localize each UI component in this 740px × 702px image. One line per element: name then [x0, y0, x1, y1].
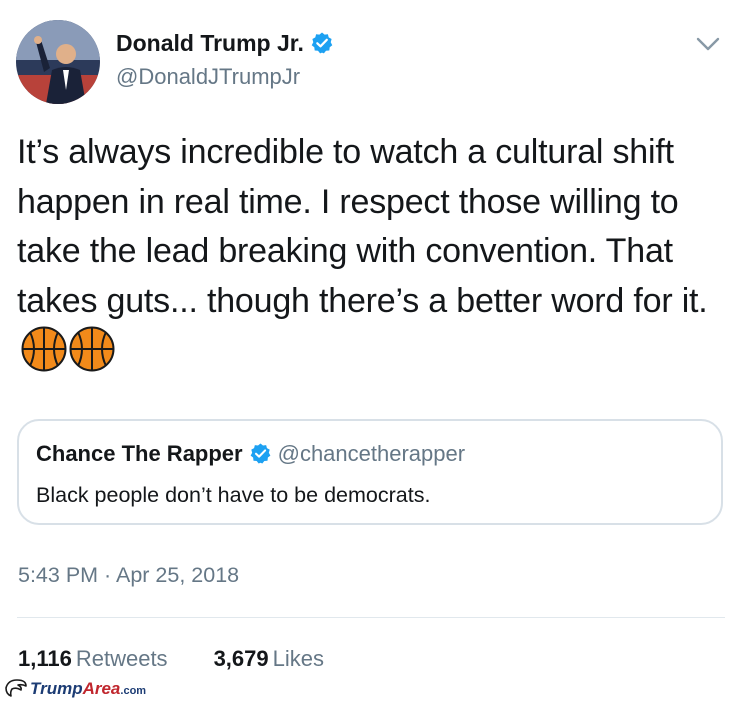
quoted-author-name: Chance The Rapper: [36, 441, 243, 466]
retweets-stat[interactable]: 1,116 Retweets: [18, 646, 168, 672]
retweets-count: 1,116: [18, 646, 72, 671]
author-name[interactable]: Donald Trump Jr.: [116, 30, 304, 56]
quoted-tweet-text: Black people don’t have to be democrats.: [36, 483, 431, 507]
watermark-brand-2: Area: [82, 679, 121, 698]
hair-logo-icon: [5, 679, 27, 697]
quoted-author-handle: @chancetherapper: [277, 441, 466, 466]
retweets-label: Retweets: [75, 646, 168, 671]
tweet-stats: 1,116 Retweets 3,679 Likes: [18, 646, 324, 672]
tweet-body: It’s always incredible to watch a cultur…: [17, 128, 717, 387]
author-handle[interactable]: @DonaldJTrumpJr: [116, 64, 300, 90]
watermark-brand-1: Trump: [30, 679, 83, 698]
avatar-photo: [16, 20, 100, 104]
divider: [17, 617, 725, 618]
author-avatar[interactable]: [16, 20, 100, 104]
quoted-tweet-card[interactable]: Chance The Rapper @chancetherapper Black…: [17, 419, 723, 525]
watermark-text: TrumpArea.com: [30, 679, 146, 699]
likes-stat[interactable]: 3,679 Likes: [214, 646, 324, 672]
chevron-down-icon: [696, 37, 720, 51]
basketball-emoji-icon: [69, 326, 115, 387]
verified-badge-icon: [249, 442, 272, 471]
tweet-timestamp[interactable]: 5:43 PM · Apr 25, 2018: [18, 563, 239, 588]
watermark-suffix: .com: [120, 685, 147, 697]
likes-count: 3,679: [213, 646, 269, 671]
verified-badge-icon: [310, 31, 334, 61]
author-name-row[interactable]: Donald Trump Jr.: [116, 30, 334, 61]
likes-label: Likes: [272, 646, 324, 671]
site-watermark: TrumpArea.com: [0, 674, 216, 702]
quoted-author-row: Chance The Rapper @chancetherapper: [36, 441, 465, 471]
tweet-menu-button[interactable]: [694, 33, 722, 55]
basketball-emoji-icon: [21, 326, 67, 387]
tweet-text: It’s always incredible to watch a cultur…: [17, 133, 708, 320]
